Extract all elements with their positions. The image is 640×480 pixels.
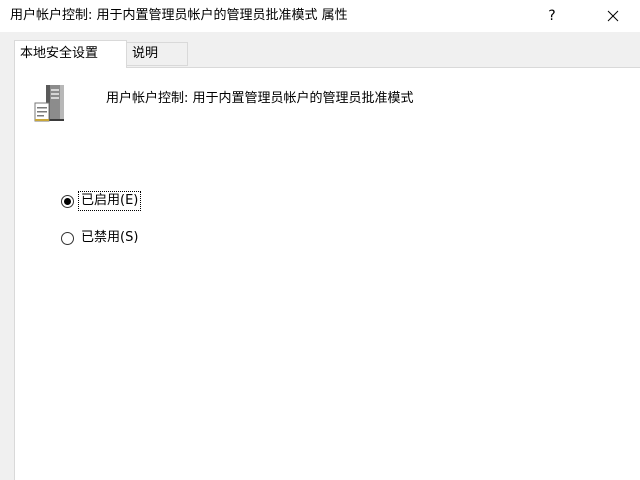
tab-explain[interactable]: 说明 [126, 42, 188, 66]
title-bar[interactable]: 用户帐户控制: 用于内置管理员帐户的管理员批准模式 属性 ? [0, 0, 640, 32]
policy-name: 用户帐户控制: 用于内置管理员帐户的管理员批准模式 [106, 91, 414, 106]
radio-disabled-label[interactable]: 已禁用(S) [79, 229, 140, 247]
close-button[interactable] [590, 0, 636, 32]
dialog-body: 本地安全设置 说明 用户帐户控制: 用于内置管理员帐户的管理员批准模式 已启用(… [0, 32, 640, 480]
window-title: 用户帐户控制: 用于内置管理员帐户的管理员批准模式 属性 [10, 8, 348, 23]
radio-disabled[interactable]: 已禁用(S) [61, 228, 140, 248]
radio-button-checked[interactable] [61, 194, 74, 208]
server-policy-icon [34, 85, 64, 122]
help-button[interactable]: ? [529, 0, 575, 32]
radio-enabled-label[interactable]: 已启用(E) [77, 191, 142, 211]
radio-enabled[interactable]: 已启用(E) [61, 191, 142, 211]
close-icon [607, 10, 619, 22]
tab-local-security-setting[interactable]: 本地安全设置 [14, 40, 127, 68]
properties-dialog: 用户帐户控制: 用于内置管理员帐户的管理员批准模式 属性 ? 本地安全设置 说明 [0, 0, 640, 480]
radio-button-unchecked[interactable] [61, 231, 74, 245]
tab-panel: 用户帐户控制: 用于内置管理员帐户的管理员批准模式 已启用(E) 已禁用(S) [14, 67, 640, 480]
